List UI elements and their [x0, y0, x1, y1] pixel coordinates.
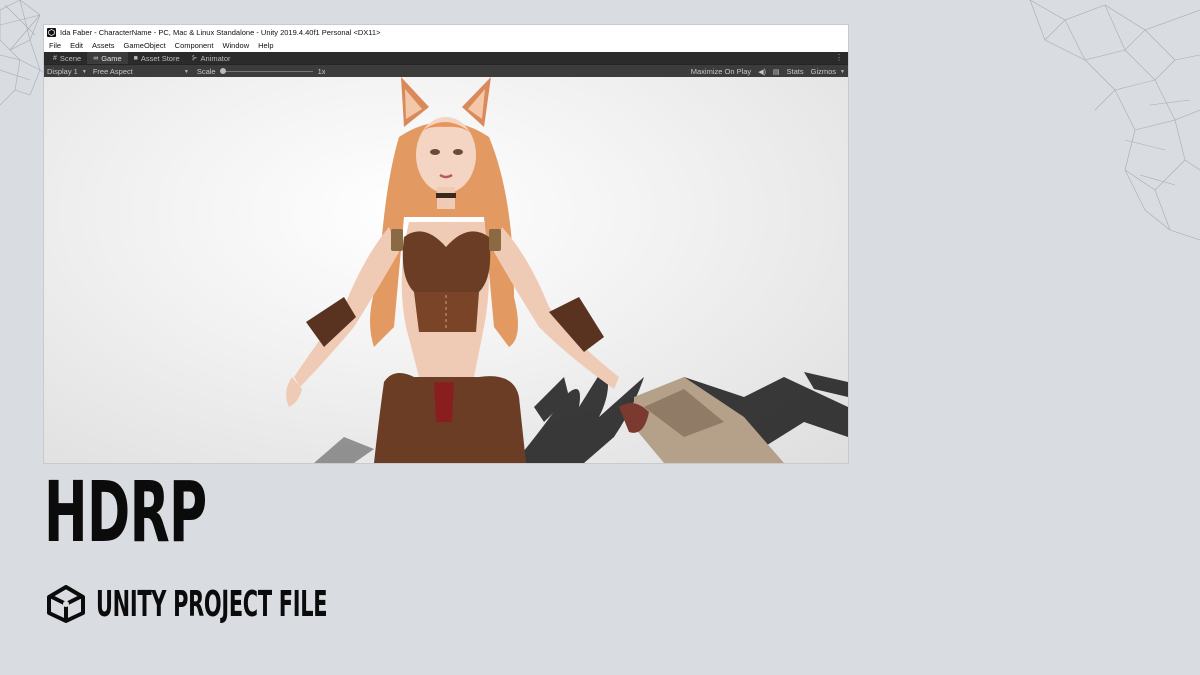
audio-mute-icon[interactable]: ◀) — [758, 68, 766, 76]
aspect-label: Free Aspect — [92, 67, 133, 76]
menu-assets[interactable]: Assets — [92, 41, 115, 50]
display-label: Display 1 — [47, 67, 78, 76]
chevron-down-icon: ▼ — [81, 68, 87, 75]
tab-animator-label: Animator — [200, 53, 231, 63]
subtitle-row: UNITY PROJECT FILE — [46, 583, 495, 625]
chevron-down-icon: ▼ — [840, 68, 845, 75]
tab-game-label: Game — [101, 53, 122, 63]
scene-icon: # — [53, 54, 57, 62]
tab-scene[interactable]: # Scene — [47, 52, 87, 64]
display-dropdown[interactable]: Display 1 ▼ — [47, 67, 87, 76]
headline: HDRP — [44, 463, 207, 561]
menu-help[interactable]: Help — [258, 41, 273, 50]
game-viewport[interactable] — [44, 77, 848, 463]
game-icon: ∞ — [93, 54, 99, 62]
tab-asset-store-label: Asset Store — [140, 53, 180, 63]
more-options-icon[interactable]: ⋮ — [835, 52, 843, 64]
wireframe-decoration-right — [1029, 0, 1200, 241]
animator-icon: ⊱ — [191, 54, 198, 62]
menu-file[interactable]: File — [49, 41, 61, 50]
gizmos-dropdown[interactable]: Gizmos ▼ — [811, 67, 845, 76]
menu-window[interactable]: Window — [222, 41, 249, 50]
tab-asset-store[interactable]: ■ Asset Store — [128, 52, 186, 64]
tab-scene-label: Scene — [59, 53, 82, 63]
chevron-down-icon: ▼ — [183, 68, 189, 75]
menu-gameobject[interactable]: GameObject — [124, 41, 166, 50]
scale-slider[interactable] — [219, 68, 313, 74]
store-icon: ■ — [133, 54, 138, 62]
unity-app-icon — [47, 27, 56, 37]
window-title: Ida Faber - CharacterName - PC, Mac & Li… — [60, 27, 381, 37]
view-tab-bar: # Scene ∞ Game ■ Asset Store ⊱ Animator … — [44, 52, 848, 64]
stats-toggle[interactable]: Stats — [787, 67, 804, 76]
subtitle: UNITY PROJECT FILE — [96, 583, 328, 625]
game-view-toolbar: Display 1 ▼ Free Aspect ▼ Scale 1x Maxim… — [44, 64, 848, 78]
scale-value: 1x — [317, 67, 326, 76]
title-bar: Ida Faber - CharacterName - PC, Mac & Li… — [44, 25, 848, 39]
menu-edit[interactable]: Edit — [70, 41, 83, 50]
keyboard-icon[interactable]: ▤ — [773, 68, 780, 76]
gizmos-label: Gizmos — [810, 67, 837, 76]
menu-bar: File Edit Assets GameObject Component Wi… — [44, 39, 848, 52]
maximize-on-play-toggle[interactable]: Maximize On Play — [691, 67, 751, 76]
character-render — [286, 77, 848, 463]
tab-game[interactable]: ∞ Game — [87, 52, 128, 64]
scale-slider-handle[interactable] — [219, 68, 226, 74]
unity-logo-icon — [47, 585, 85, 623]
unity-editor-window: Ida Faber - CharacterName - PC, Mac & Li… — [44, 25, 848, 463]
scale-label: Scale — [196, 67, 216, 76]
aspect-dropdown[interactable]: Free Aspect ▼ — [93, 67, 189, 76]
menu-component[interactable]: Component — [175, 41, 214, 50]
scale-control: Scale 1x — [197, 67, 326, 76]
tab-animator[interactable]: ⊱ Animator — [186, 52, 237, 64]
